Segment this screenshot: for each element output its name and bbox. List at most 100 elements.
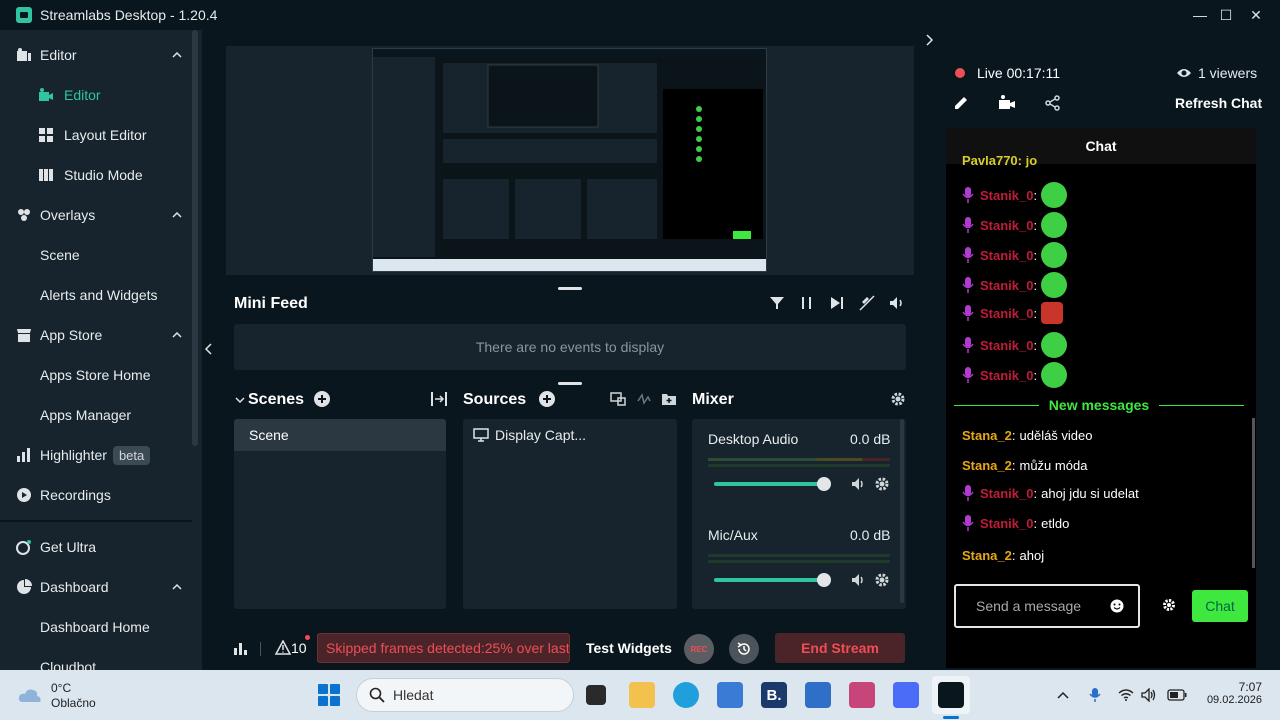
pause-icon[interactable] [798, 294, 816, 312]
add-scene-icon[interactable] [314, 391, 330, 407]
mixer-settings-gear-icon[interactable] [890, 391, 906, 407]
start-button[interactable] [318, 684, 340, 706]
sidebar-item-dashboard-home[interactable]: Dashboard Home [0, 607, 192, 647]
add-folder-icon[interactable] [661, 391, 677, 407]
refresh-chat-button[interactable]: Refresh Chat [1175, 95, 1262, 111]
sidebar-item-studio-mode[interactable]: Studio Mode [0, 155, 192, 195]
resize-handle[interactable] [558, 287, 582, 290]
collapse-sidebar-icon[interactable] [203, 342, 213, 356]
add-source-icon[interactable] [539, 391, 555, 407]
sidebar-item-get-ultra[interactable]: Get Ultra [0, 527, 192, 567]
sidebar-item-cloudbot[interactable]: Cloudbot [0, 647, 192, 670]
share-icon[interactable] [1044, 94, 1062, 112]
filter-icon[interactable] [768, 294, 786, 312]
chat-send-button[interactable]: Chat [1192, 590, 1248, 622]
source-item[interactable]: Display Capt... [473, 425, 586, 445]
end-stream-button[interactable]: End Stream [775, 633, 905, 663]
chat-message-input[interactable]: Send a message [954, 584, 1140, 628]
sidebar-item-highlighter[interactable]: Highlighter beta [0, 435, 192, 475]
sidebar-item-editor[interactable]: Editor [0, 35, 192, 75]
source-audio-icon[interactable] [636, 391, 652, 407]
test-widgets-button[interactable]: Test Widgets [586, 640, 672, 656]
volume-slider[interactable] [714, 482, 824, 486]
wifi-icon[interactable] [1118, 689, 1134, 701]
volume-slider-knob[interactable] [817, 573, 831, 587]
battery-icon[interactable] [1167, 689, 1187, 701]
volume-slider[interactable] [714, 578, 824, 582]
sidebar-item-editor-sub[interactable]: Editor [0, 75, 192, 115]
skipped-frames-warning[interactable]: Skipped frames detected:25% over last [317, 633, 570, 663]
camera-icon[interactable] [998, 94, 1016, 112]
speaker-icon[interactable] [850, 572, 866, 588]
volume-icon[interactable] [888, 294, 906, 312]
mixer-scrollbar[interactable] [900, 419, 904, 603]
sidebar-item-app-store[interactable]: App Store [0, 315, 192, 355]
chevron-up-icon[interactable] [172, 50, 182, 60]
sidebar-item-recordings[interactable]: Recordings [0, 475, 192, 515]
performance-chart-icon[interactable] [233, 640, 249, 656]
replay-buffer-button[interactable] [729, 634, 759, 664]
chevron-down-icon[interactable] [235, 395, 245, 405]
maximize-button[interactable]: ☐ [1214, 4, 1238, 26]
chevron-up-icon[interactable] [172, 330, 182, 340]
chevron-up-icon[interactable] [172, 582, 182, 592]
chat-username[interactable]: Stanik_0 [980, 306, 1033, 321]
chat-username[interactable]: Stana_2 [962, 548, 1012, 563]
close-button[interactable]: ✕ [1244, 4, 1268, 26]
sidebar-item-overlays[interactable]: Overlays [0, 195, 192, 235]
taskbar-search[interactable]: Hledat [356, 678, 574, 712]
sidebar-item-apps-store-home[interactable]: Apps Store Home [0, 355, 192, 395]
task-view-icon[interactable] [586, 685, 606, 705]
speaker-icon[interactable] [850, 476, 866, 492]
chat-username[interactable]: Stana_2 [962, 428, 1012, 443]
file-explorer-icon[interactable] [629, 682, 655, 708]
stream-preview[interactable] [372, 48, 767, 272]
record-button[interactable]: REC [684, 634, 714, 664]
sidebar-item-apps-manager[interactable]: Apps Manager [0, 395, 192, 435]
resize-handle[interactable] [558, 382, 582, 385]
chat-username[interactable]: Stanik_0 [980, 368, 1033, 383]
new-messages-divider[interactable]: New messages [954, 396, 1244, 414]
skip-icon[interactable] [828, 294, 846, 312]
chat-username[interactable]: Stanik_0 [980, 248, 1033, 263]
sidebar-item-layout-editor[interactable]: Layout Editor [0, 115, 192, 155]
archive-app-icon[interactable] [849, 682, 875, 708]
edge-browser-icon[interactable] [673, 682, 699, 708]
chat-username[interactable]: Stanik_0 [980, 338, 1033, 353]
taskbar-clock[interactable]: 7:07 09.02.2026 [1207, 680, 1262, 706]
cloud-weather-icon[interactable] [18, 686, 42, 704]
outlook-icon[interactable] [805, 682, 831, 708]
mute-alerts-icon[interactable] [858, 294, 876, 312]
warning-icon[interactable] [275, 640, 291, 655]
discord-icon[interactable] [893, 682, 919, 708]
chat-settings-gear-icon[interactable] [1162, 598, 1176, 612]
channel-gear-icon[interactable] [874, 476, 890, 492]
scene-transitions-icon[interactable] [430, 391, 448, 407]
sidebar-item-scene[interactable]: Scene [0, 235, 192, 275]
chat-username[interactable]: Stanik_0 [980, 218, 1033, 233]
emoji-icon[interactable] [1110, 599, 1124, 613]
pencil-icon[interactable] [952, 94, 970, 112]
chat-username[interactable]: Stana_2 [962, 458, 1012, 473]
sidebar-item-alerts-widgets[interactable]: Alerts and Widgets [0, 275, 192, 315]
chat-username[interactable]: Stanik_0 [980, 486, 1033, 501]
chat-username[interactable]: Stanik_0 [980, 278, 1033, 293]
volume-slider-knob[interactable] [817, 477, 831, 491]
minimize-button[interactable]: — [1188, 4, 1212, 26]
chevron-up-icon[interactable] [1057, 691, 1069, 699]
chat-scrollbar[interactable] [1252, 418, 1255, 568]
scene-item[interactable]: Scene [234, 419, 446, 451]
volume-icon[interactable] [1141, 688, 1157, 702]
channel-gear-icon[interactable] [874, 572, 890, 588]
chevron-up-icon[interactable] [172, 210, 182, 220]
microphone-icon[interactable] [1089, 687, 1101, 703]
sidebar-scrollbar[interactable] [192, 30, 198, 446]
source-display-icon[interactable] [610, 391, 626, 407]
chat-username[interactable]: Stanik_0 [980, 188, 1033, 203]
sidebar-item-dashboard[interactable]: Dashboard [0, 567, 192, 607]
chat-username[interactable]: Stanik_0 [980, 516, 1033, 531]
microsoft-store-icon[interactable] [717, 682, 743, 708]
collapse-chat-icon[interactable] [925, 33, 935, 47]
b-app-icon[interactable]: B. [761, 682, 787, 708]
weather-widget[interactable]: 0°C Oblačno [51, 681, 96, 711]
